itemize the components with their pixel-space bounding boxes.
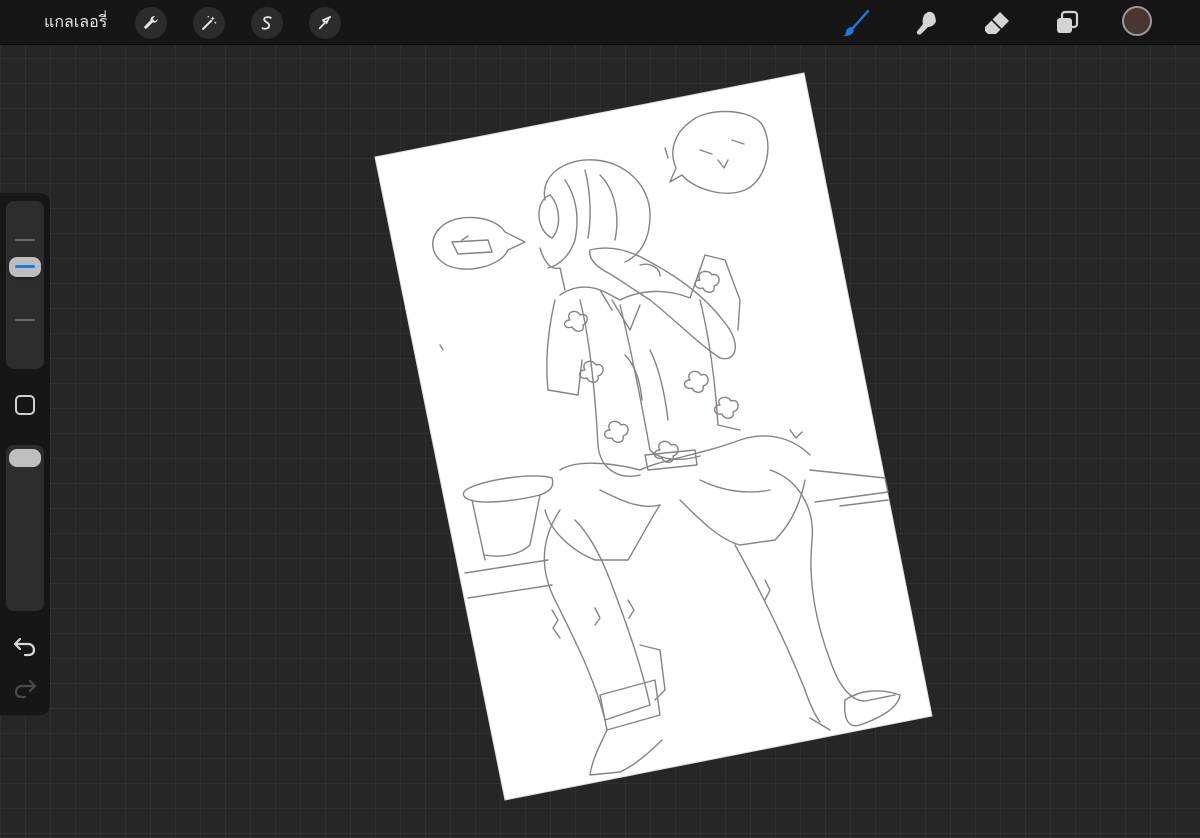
brush-tool-button[interactable] bbox=[839, 6, 873, 40]
canvas-workspace[interactable]: แกลเลอรี่ bbox=[0, 0, 1200, 838]
gallery-button[interactable]: แกลเลอรี่ bbox=[44, 11, 107, 33]
slider-tick bbox=[15, 319, 35, 321]
wrench-icon bbox=[144, 16, 158, 29]
eraser-tool-button[interactable] bbox=[980, 6, 1014, 40]
selection-button[interactable] bbox=[251, 7, 283, 39]
left-sidebar bbox=[0, 193, 50, 715]
smudge-icon bbox=[916, 11, 936, 35]
brush-size-slider[interactable] bbox=[6, 201, 44, 369]
undo-icon[interactable] bbox=[12, 635, 38, 657]
eraser-icon bbox=[985, 12, 1009, 34]
layers-button[interactable] bbox=[1050, 6, 1084, 40]
top-toolbar: แกลเลอรี่ bbox=[0, 0, 1200, 45]
actions-button[interactable] bbox=[135, 7, 167, 39]
selection-s-icon bbox=[261, 16, 272, 30]
drawing-canvas[interactable] bbox=[0, 0, 1200, 838]
brush-opacity-handle[interactable] bbox=[9, 449, 41, 467]
smudge-tool-button[interactable] bbox=[909, 6, 943, 40]
magic-wand-icon bbox=[202, 15, 217, 30]
layers-icon bbox=[1057, 10, 1079, 33]
redo-icon[interactable] bbox=[12, 677, 38, 699]
brush-size-handle[interactable] bbox=[9, 257, 41, 277]
adjustments-button[interactable] bbox=[193, 7, 225, 39]
brush-icon bbox=[843, 9, 870, 37]
modify-button[interactable] bbox=[15, 395, 35, 415]
arrow-cursor-icon bbox=[318, 16, 332, 30]
transform-button[interactable] bbox=[309, 7, 341, 39]
brush-opacity-slider[interactable] bbox=[6, 445, 44, 611]
slider-tick bbox=[15, 239, 35, 241]
color-picker-button[interactable] bbox=[1122, 6, 1152, 36]
